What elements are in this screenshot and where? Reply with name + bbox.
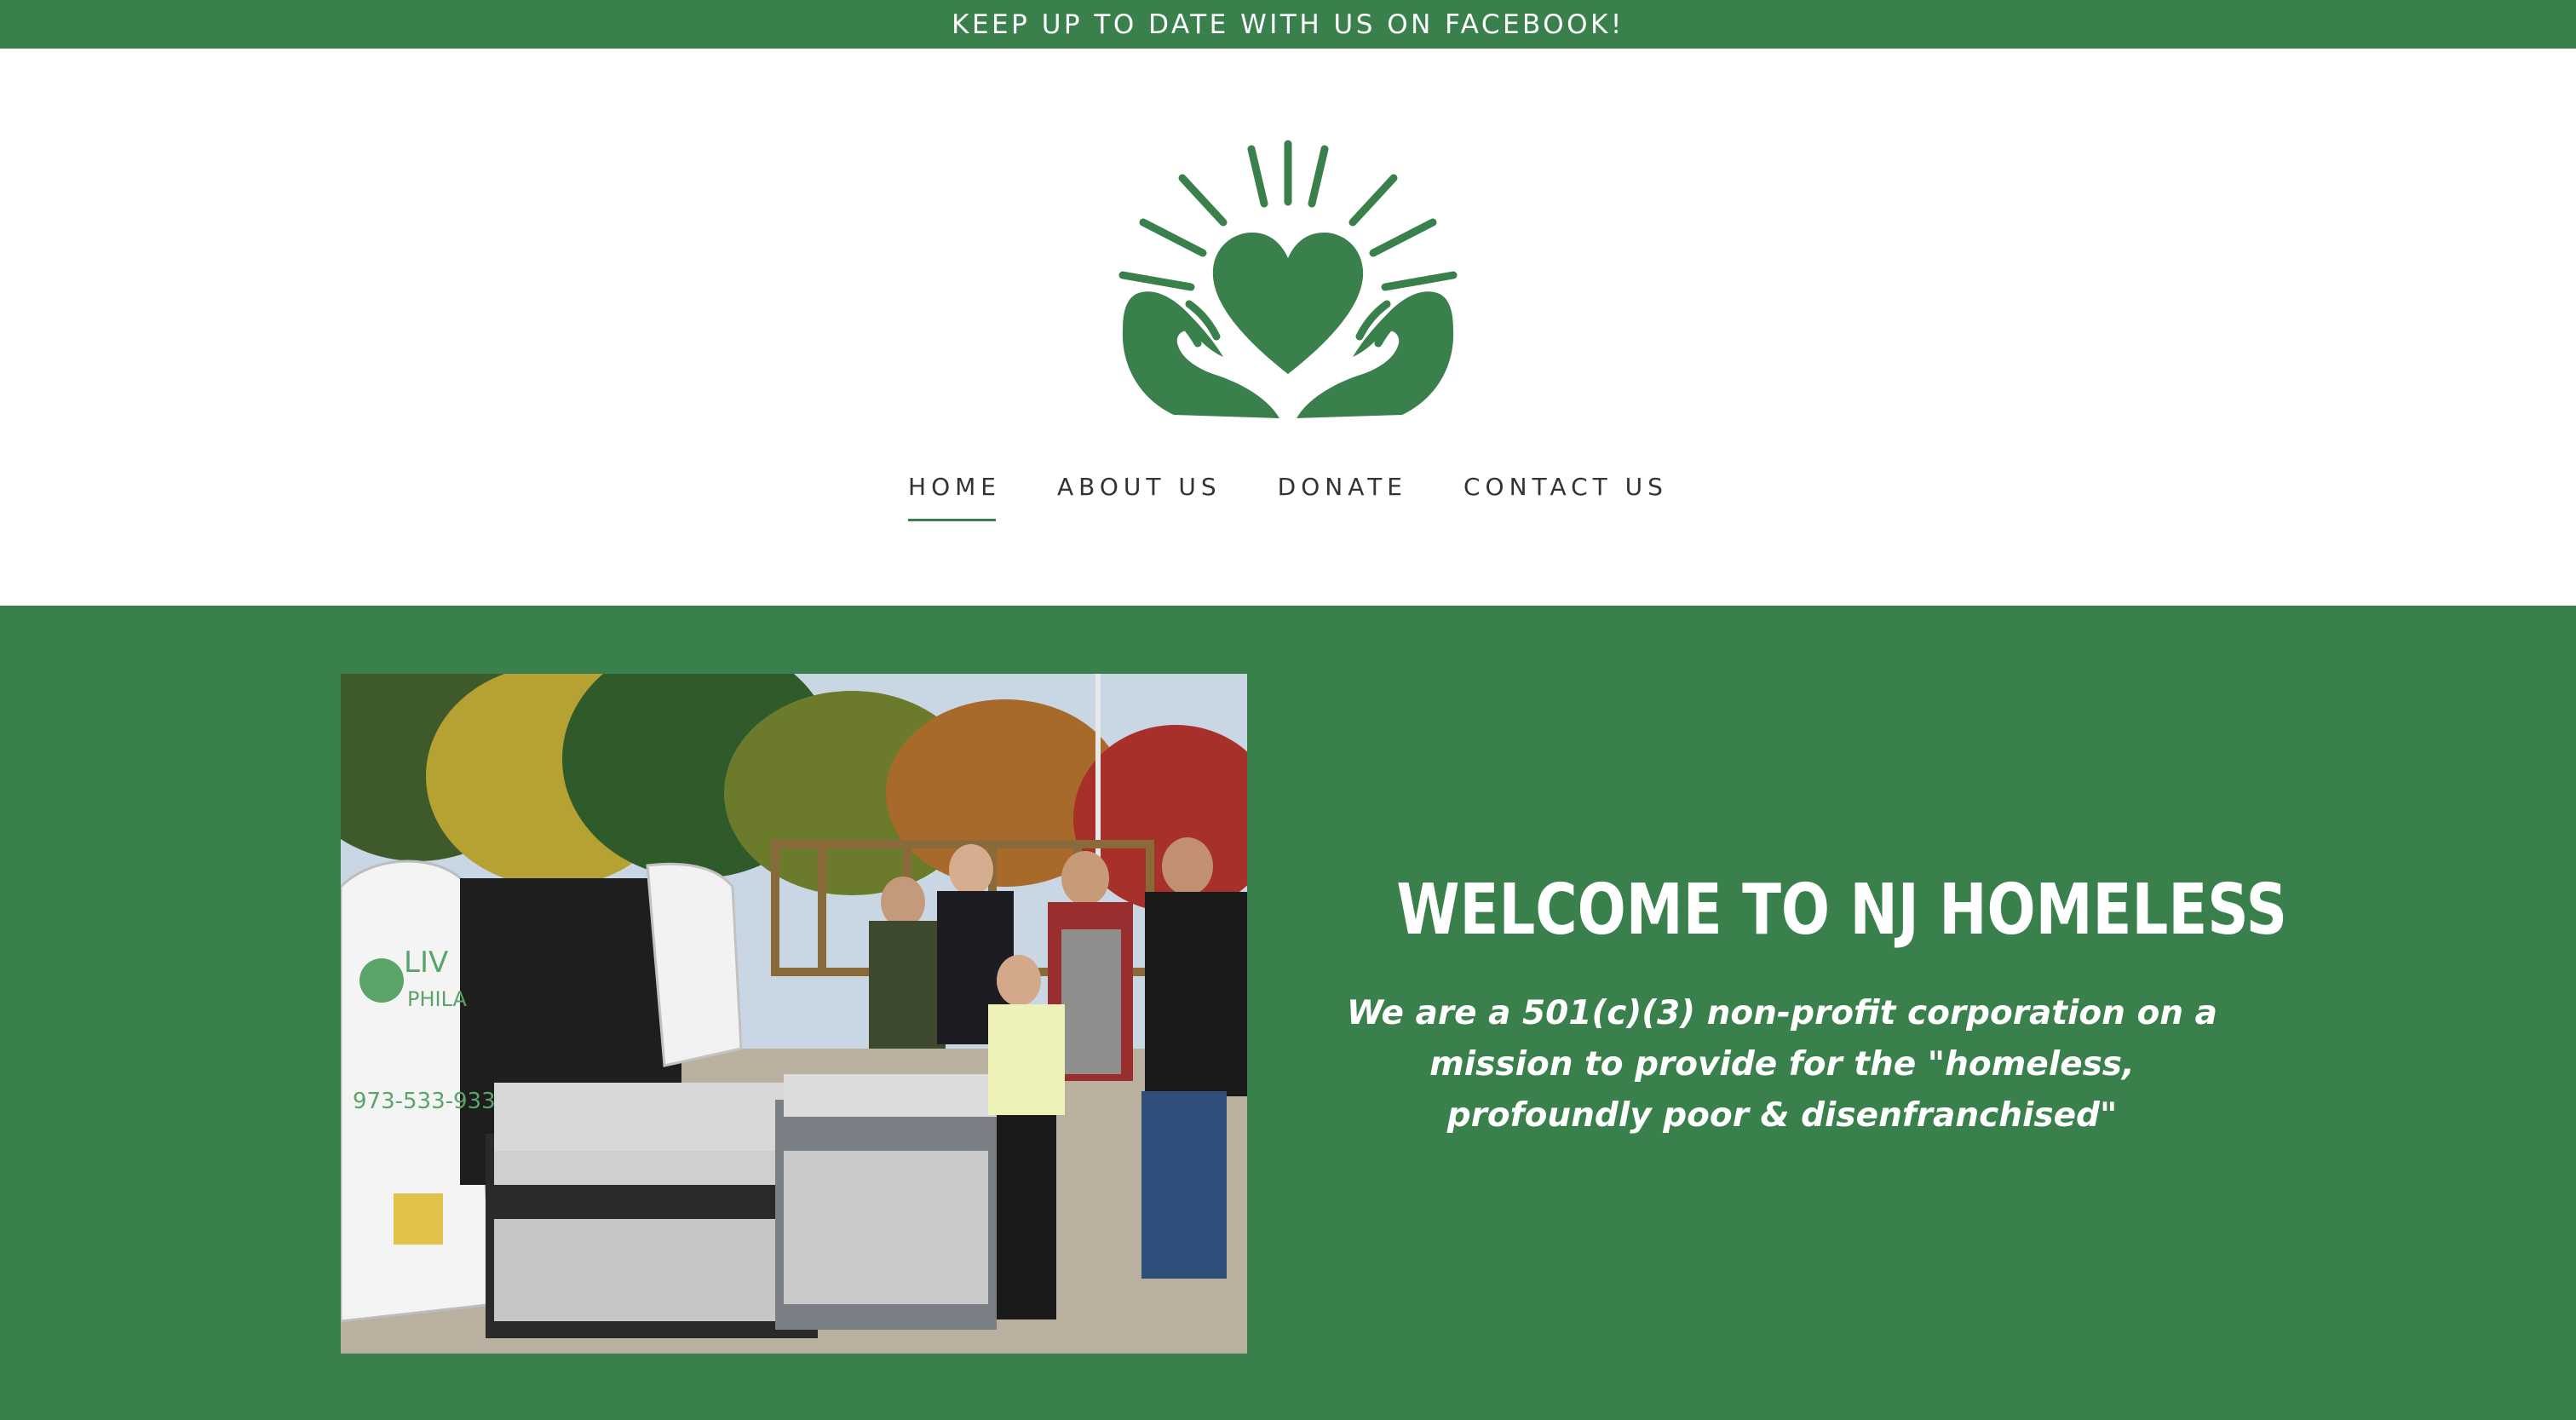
site-header: HOME ABOUT US DONATE CONTACT US xyxy=(0,49,2576,606)
nav-home[interactable]: HOME xyxy=(908,473,1001,521)
nav-about-us[interactable]: ABOUT US xyxy=(1057,473,1222,521)
volunteers-photo: LIV PHILA 973-533-9336 xyxy=(341,674,1247,1354)
nav-donate[interactable]: DONATE xyxy=(1278,473,1407,521)
site-logo[interactable] xyxy=(1118,137,1458,418)
hero-text-block: WELCOME TO NJ HOMELESS We are a 501(c)(3… xyxy=(1312,870,2288,1141)
hero-subtitle: We are a 501(c)(3) non-profit corporatio… xyxy=(1347,994,2217,1135)
van-phone-text: 973-533-9336 xyxy=(353,1089,509,1114)
heart-in-hands-sunburst-icon xyxy=(1118,140,1458,418)
hero-section: LIV PHILA 973-533-9336 WELCOME TO NJ HOM… xyxy=(0,606,2576,1420)
nav-contact-us[interactable]: CONTACT US xyxy=(1463,473,1668,521)
main-nav: HOME ABOUT US DONATE CONTACT US xyxy=(0,473,2576,521)
facebook-announcement-bar[interactable]: KEEP UP TO DATE WITH US ON FACEBOOK! xyxy=(0,0,2576,49)
hero-title: WELCOME TO NJ HOMELESS xyxy=(1396,870,2288,951)
van-logo-text: LIV xyxy=(404,946,448,980)
announcement-text: KEEP UP TO DATE WITH US ON FACEBOOK! xyxy=(952,9,1624,40)
van-logo-text-2: PHILA xyxy=(407,987,468,1011)
